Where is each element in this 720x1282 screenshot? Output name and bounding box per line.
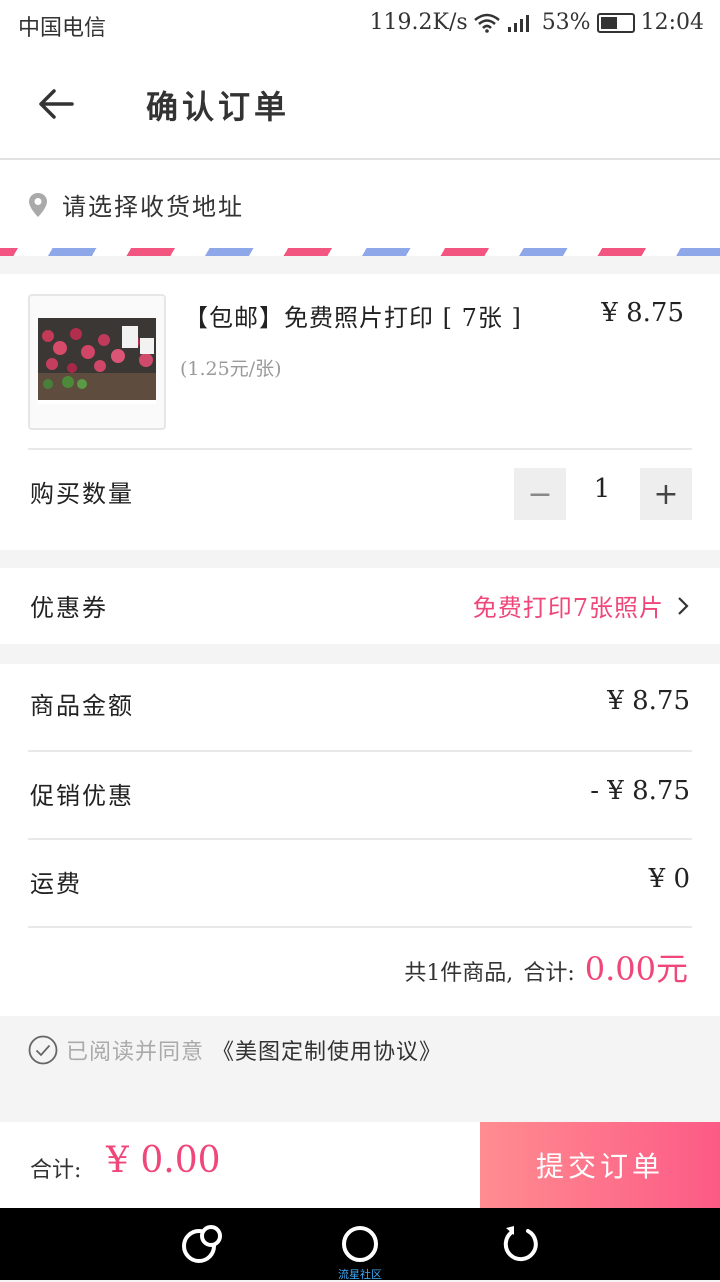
agreement-row: 已阅读并同意 《美图定制使用协议》: [28, 1034, 442, 1066]
agreement-prefix: 已阅读并同意: [66, 1040, 205, 1065]
chevron-right-icon: [678, 597, 689, 615]
multitask-icon[interactable]: [181, 1222, 225, 1266]
product-card: 【包邮】免费照片打印 [ 7张 ] ¥ 8.75 (1.25元/张) 购买数量 …: [0, 274, 720, 550]
carrier-name: 中国电信: [18, 16, 107, 41]
amount-summary: 商品金额 ¥ 8.75 促销优惠 - ¥ 8.75 运费 ¥ 0 共1件商品, …: [0, 664, 720, 1016]
header-bar: 确认订单: [0, 50, 720, 160]
checkout-bar: 合计: ¥ 0.00 提交订单: [0, 1122, 720, 1208]
agreement-link[interactable]: 《美图定制使用协议》: [212, 1034, 442, 1066]
battery-percent: 53%: [541, 10, 591, 35]
address-selector[interactable]: 请选择收货地址: [0, 160, 720, 256]
goods-amount-label: 商品金额: [30, 692, 134, 720]
submit-order-button[interactable]: 提交订单: [480, 1122, 720, 1208]
product-title: 【包邮】免费照片打印 [ 7张 ]: [184, 304, 522, 332]
battery-icon: [596, 12, 635, 33]
product-price: ¥ 8.75: [601, 298, 684, 328]
address-placeholder: 请选择收货地址: [62, 193, 244, 221]
unit-price: (1.25元/张): [180, 358, 282, 380]
quantity-value: 1: [593, 474, 611, 504]
total-label: 合计:: [523, 961, 575, 986]
home-circle-icon[interactable]: [338, 1222, 382, 1266]
wifi-icon: [473, 13, 500, 33]
net-speed: 119.2K/s: [369, 10, 468, 35]
shipping-value: ¥ 0: [648, 864, 690, 894]
check-circle-icon[interactable]: [28, 1035, 58, 1065]
promotion-label: 促销优惠: [30, 782, 134, 810]
system-nav-bar: 流星社区: [0, 1208, 720, 1281]
page-title: 确认订单: [146, 88, 291, 126]
coupon-row[interactable]: 优惠券 免费打印7张照片: [0, 568, 720, 644]
back-arrow-icon[interactable]: [38, 86, 74, 122]
total-amount: 0.00元: [584, 950, 688, 988]
signal-icon: [507, 14, 529, 32]
quantity-increase-button[interactable]: +: [640, 468, 692, 520]
clock: 12:04: [640, 10, 704, 35]
divider: [28, 926, 692, 928]
location-pin-icon: [29, 193, 47, 217]
airmail-stripe: [0, 248, 720, 256]
sum-value: ¥ 0.00: [106, 1140, 221, 1181]
quantity-label: 购买数量: [30, 480, 134, 508]
divider: [28, 448, 692, 450]
status-bar: 中国电信 119.2K/s 53% 12:04: [0, 0, 720, 50]
divider: [28, 838, 692, 840]
order-total-line: 共1件商品, 合计: 0.00元: [404, 944, 688, 990]
goods-amount-value: ¥ 8.75: [607, 686, 690, 716]
status-icons: 119.2K/s 53% 12:04: [370, 10, 704, 35]
flower-photo-image: [38, 318, 156, 404]
shipping-label: 运费: [30, 870, 82, 898]
product-thumbnail[interactable]: [28, 294, 166, 430]
quantity-decrease-button[interactable]: −: [514, 468, 566, 520]
coupon-value: 免费打印7张照片: [472, 594, 664, 622]
item-count: 共1件商品,: [404, 961, 514, 986]
promotion-value: - ¥ 8.75: [590, 776, 690, 806]
coupon-label: 优惠券: [30, 594, 108, 622]
sum-label: 合计:: [30, 1158, 82, 1183]
back-rotate-icon[interactable]: [498, 1222, 542, 1266]
divider: [28, 750, 692, 752]
